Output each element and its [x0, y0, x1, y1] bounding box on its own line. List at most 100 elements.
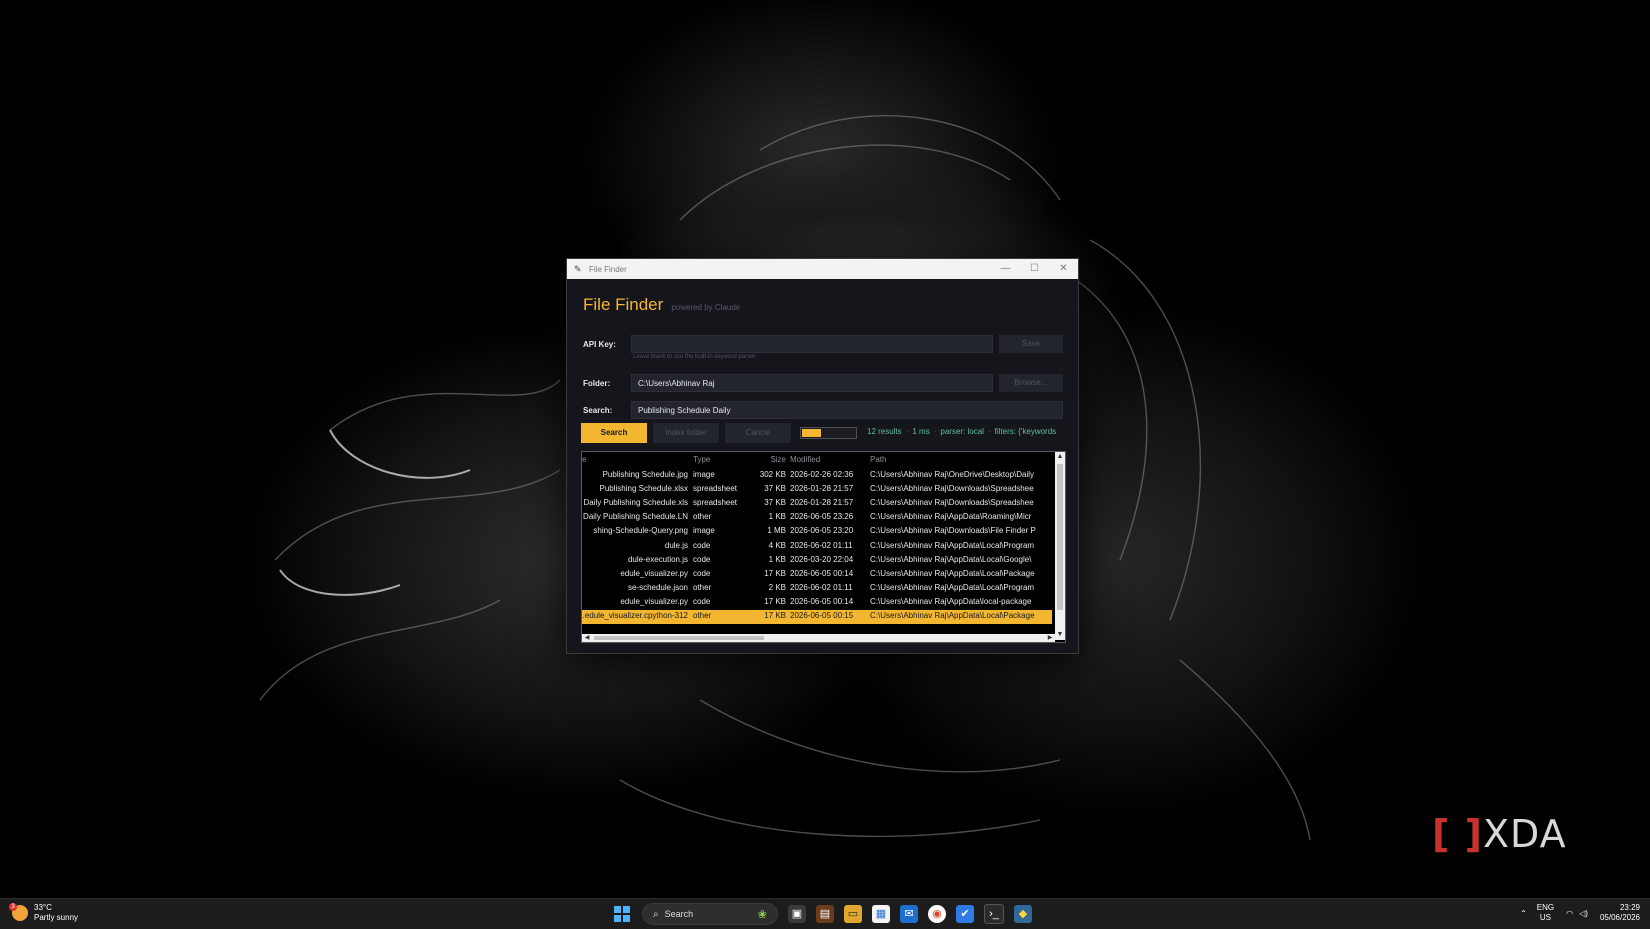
minimize-button[interactable]: — — [991, 259, 1020, 279]
xda-wordmark: XDA — [1482, 812, 1567, 856]
scroll-right-icon[interactable]: ▶ — [1045, 634, 1055, 642]
table-row[interactable]: dule-execution.js code 1 KB 2026-03-20 22:0… — [582, 554, 1052, 568]
column-name[interactable]: e — [582, 455, 688, 464]
cell-name: edule_visualizer.py — [620, 596, 688, 606]
clock[interactable]: 23:29 05/06/2026 — [1600, 903, 1640, 923]
language-indicator[interactable]: ENG US — [1537, 903, 1554, 923]
todo-icon[interactable]: ✔ — [956, 905, 974, 923]
cell-modified: 2026-03-20 22:04 — [790, 554, 854, 564]
cell-path: C:\Users\Abhinav Raj\AppData\Local\Packa… — [870, 568, 1035, 578]
weather-sun-icon: 3 — [9, 903, 28, 921]
folder-input[interactable]: C:\Users\Abhinav Raj — [631, 374, 993, 392]
weather-widget[interactable]: 3 33°C Partly sunny — [9, 903, 78, 923]
taskbar-search[interactable]: ⌕ Search ❀ — [642, 903, 778, 925]
cell-modified: 2026-06-02 01:11 — [790, 540, 853, 550]
table-row[interactable]: Publishing Schedule.jpg image 302 KB 2026-0… — [582, 469, 1052, 483]
system-tray: ⌃ ENG US ◠ ◁) 23:29 05/06/2026 — [1520, 903, 1640, 923]
table-row[interactable]: Publishing Schedule.xlsx spreadsheet 37 KB… — [582, 483, 1052, 497]
maximize-button[interactable]: ☐ — [1020, 259, 1049, 279]
column-path[interactable]: Path — [870, 455, 1052, 464]
title-bar[interactable]: ✎ File Finder — ☐ ✕ — [567, 259, 1078, 279]
vertical-scroll-thumb[interactable] — [1057, 464, 1063, 610]
cell-modified: 2026-01-28 21:57 — [790, 498, 854, 508]
cell-type: other — [693, 512, 712, 522]
table-row[interactable]: dule.js code 4 KB 2026-06-02 01:11 C:\Users\… — [582, 540, 1052, 554]
scroll-down-icon[interactable]: ▼ — [1055, 630, 1065, 640]
cell-size: 2 KB — [768, 582, 786, 592]
language-code: ENG — [1536, 903, 1555, 912]
cell-path: C:\Users\Abhinav Raj\OneDrive\Desktop\Da… — [870, 470, 1035, 479]
cell-type: image — [693, 470, 715, 479]
search-stats: 12 results · 1 ms · parser: local · filters: {… — [867, 427, 1057, 436]
cell-modified: 2026-06-02 01:11 — [790, 582, 853, 592]
results-table: e Type Size Modified Path Publishing Sch… — [581, 451, 1066, 643]
cell-path: C:\Users\Abhinav Raj\AppData\Roaming\Mic… — [870, 512, 1032, 522]
cell-path: C:\Users\Abhinav Raj\Downloads\Spreadshe… — [870, 484, 1034, 494]
index-folder-button[interactable]: Index folder — [653, 423, 719, 443]
weather-badge: 3 — [9, 903, 17, 911]
cell-modified: 2026-06-05 00:15 — [790, 611, 854, 620]
horizontal-scrollbar[interactable]: ◀ ▶ — [582, 634, 1055, 642]
file-finder-window: ✎ File Finder — ☐ ✕ File Finder powered … — [566, 258, 1079, 654]
store-icon[interactable]: ▦ — [872, 905, 890, 923]
vertical-scrollbar[interactable]: ▲ ▼ — [1055, 452, 1065, 640]
search-input[interactable]: Publishing Schedule Daily — [631, 401, 1063, 419]
save-button[interactable]: Save — [999, 335, 1063, 353]
table-row[interactable]: edule_visualizer.cpython-312. other 17 KB 2… — [582, 610, 1052, 624]
browse-button[interactable]: Browse... — [999, 374, 1063, 392]
cell-name: dule.js — [664, 540, 688, 550]
column-modified[interactable]: Modified — [790, 455, 870, 464]
scroll-up-icon[interactable]: ▲ — [1055, 452, 1065, 462]
horizontal-scroll-thumb[interactable] — [594, 636, 764, 640]
app-subtitle: powered by Claude — [671, 303, 741, 312]
cell-type: code — [693, 540, 711, 550]
api-key-label: API Key: — [583, 340, 616, 349]
taskbar: 3 33°C Partly sunny ⌕ Search ❀ ▣ ▤ ▭ ▦ ✉… — [0, 898, 1650, 929]
folder-label: Folder: — [583, 379, 611, 388]
cell-name: Daily Publishing Schedule.LN — [583, 512, 688, 522]
cell-size: 1 KB — [768, 512, 786, 522]
cell-name: edule_visualizer.cpython-312. — [582, 611, 688, 620]
cancel-button[interactable]: Cancel — [725, 423, 791, 443]
volume-icon[interactable]: ◁) — [1579, 909, 1588, 918]
table-row[interactable]: se-schedule.json other 2 KB 2026-06-02 01:1… — [582, 582, 1052, 596]
file-explorer-icon[interactable]: ▭ — [844, 905, 862, 923]
cell-path: C:\Users\Abhinav Raj\AppData\Local\Googl… — [870, 554, 1032, 564]
filters-status: filters: {'keywords — [994, 427, 1057, 436]
cell-path: C:\Users\Abhinav Raj\Downloads\Spreadshe… — [870, 498, 1034, 508]
cell-type: spreadsheet — [693, 484, 738, 494]
cell-name: Daily Publishing Schedule.xls — [583, 498, 689, 508]
notes-icon[interactable]: ▤ — [816, 905, 834, 923]
terminal-icon[interactable]: ›_ — [984, 904, 1004, 924]
start-button[interactable] — [614, 906, 630, 922]
search-button[interactable]: Search — [581, 423, 647, 443]
python-icon[interactable]: ◆ — [1014, 905, 1032, 923]
cell-size: 302 KB — [759, 470, 786, 479]
cell-type: code — [693, 568, 711, 578]
cell-type: other — [693, 582, 712, 592]
column-type[interactable]: Type — [693, 455, 753, 464]
table-header: e Type Size Modified Path — [582, 455, 1052, 467]
table-row[interactable]: edule_visualizer.py code 17 KB 2026-06-05 0… — [582, 596, 1052, 610]
task-view-icon[interactable]: ▣ — [788, 905, 806, 923]
cell-modified: 2026-01-28 21:57 — [790, 484, 854, 494]
table-row[interactable]: Daily Publishing Schedule.LN other 1 KB 202… — [582, 511, 1052, 525]
table-row[interactable]: shing-Schedule-Query.png image 1 MB 2026-06… — [582, 525, 1052, 539]
scroll-left-icon[interactable]: ◀ — [582, 634, 592, 642]
window-controls: — ☐ ✕ — [991, 259, 1078, 279]
table-row[interactable]: Daily Publishing Schedule.xls spreadsheet… — [582, 497, 1052, 511]
outlook-icon[interactable]: ✉ — [900, 905, 918, 923]
cell-size: 17 KB — [764, 611, 786, 620]
wifi-icon[interactable]: ◠ — [1566, 909, 1573, 918]
cell-type: other — [693, 611, 712, 620]
tray-overflow-icon[interactable]: ⌃ — [1520, 909, 1527, 918]
chrome-icon[interactable]: ◉ — [928, 905, 946, 923]
progress-fill — [802, 429, 822, 437]
close-button[interactable]: ✕ — [1049, 259, 1078, 279]
clock-time: 23:29 — [1619, 903, 1640, 912]
table-row[interactable]: edule_visualizer.py code 17 KB 2026-06-05 0… — [582, 568, 1052, 582]
column-size[interactable]: Size — [748, 455, 786, 464]
cell-name: Publishing Schedule.jpg — [602, 470, 688, 479]
api-key-input[interactable] — [631, 335, 993, 353]
search-icon: ⌕ — [653, 908, 659, 920]
